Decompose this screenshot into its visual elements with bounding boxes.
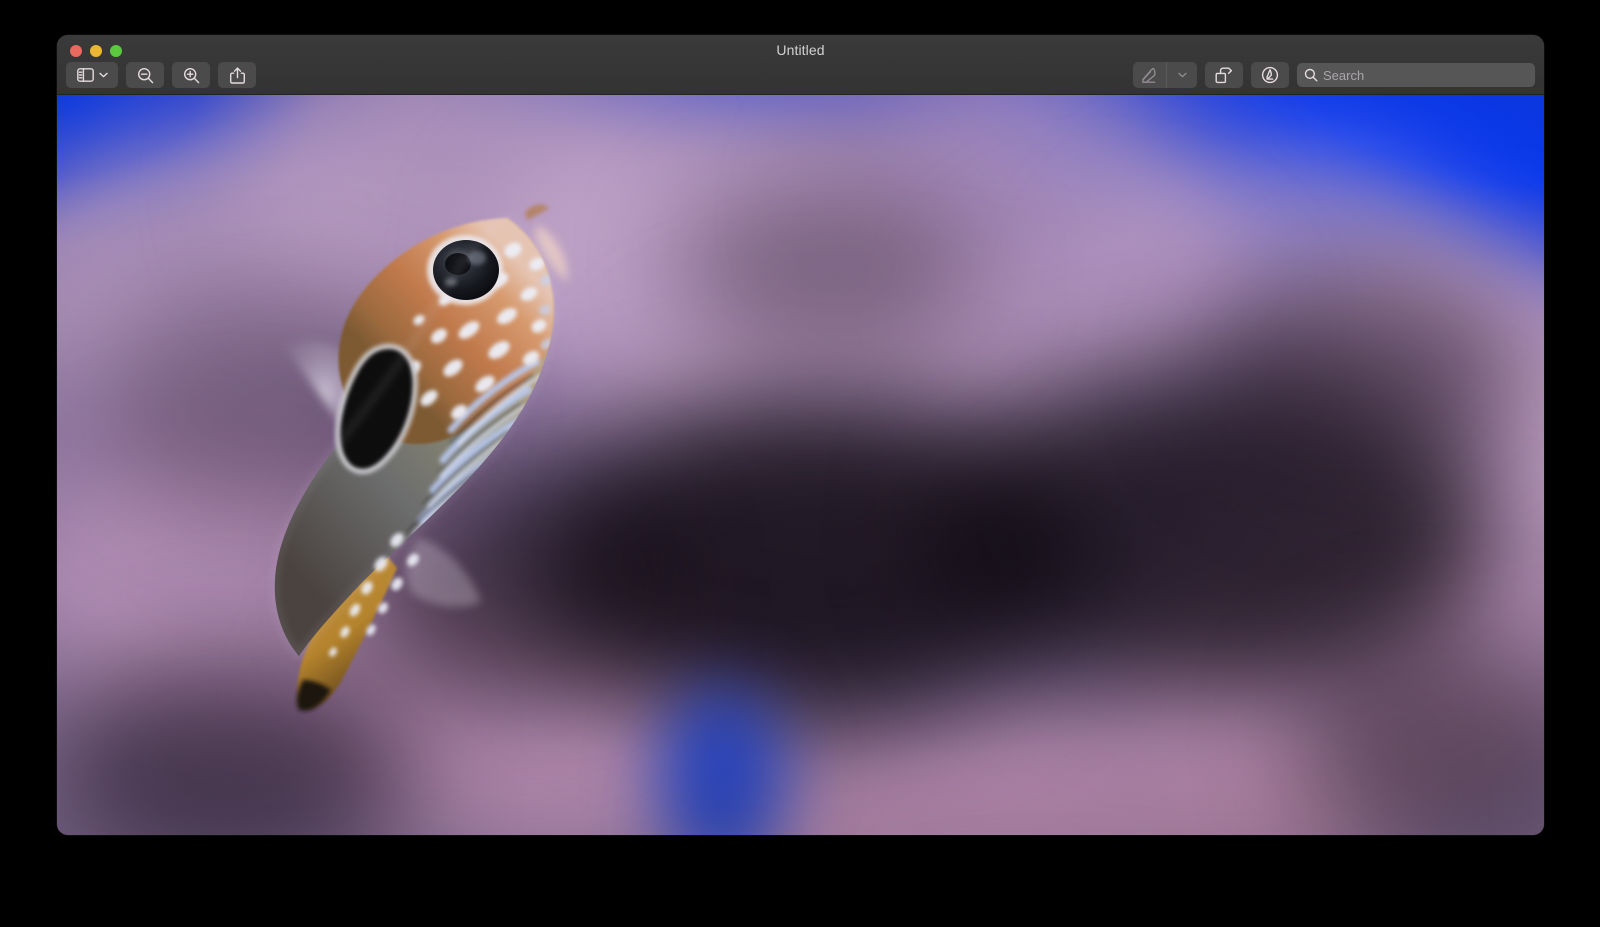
markup-button-group[interactable] bbox=[1133, 62, 1197, 88]
window-titlebar: Untitled bbox=[57, 35, 1544, 95]
close-button[interactable] bbox=[70, 45, 82, 57]
share-icon bbox=[230, 67, 245, 84]
search-icon bbox=[1304, 68, 1318, 82]
zoom-out-button[interactable] bbox=[126, 62, 164, 88]
zoom-in-icon bbox=[183, 67, 200, 84]
preview-window: Untitled bbox=[57, 35, 1544, 835]
desktop-background: Untitled bbox=[0, 0, 1600, 927]
window-title: Untitled bbox=[57, 42, 1544, 58]
zoom-out-icon bbox=[137, 67, 154, 84]
anal-fin bbox=[406, 538, 481, 607]
search-placeholder: Search bbox=[1323, 69, 1364, 82]
rotate-left-icon bbox=[1215, 67, 1233, 84]
maximize-button[interactable] bbox=[110, 45, 122, 57]
minimize-button[interactable] bbox=[90, 45, 102, 57]
pufferfish-subject bbox=[207, 140, 627, 760]
toolbar-left-group bbox=[66, 62, 256, 88]
chevron-down-icon bbox=[1178, 72, 1187, 78]
share-button[interactable] bbox=[218, 62, 256, 88]
markup-pen-icon bbox=[1141, 67, 1158, 84]
sidebar-icon bbox=[77, 68, 94, 82]
search-input[interactable]: Search bbox=[1297, 63, 1535, 87]
annotate-button[interactable] bbox=[1251, 62, 1289, 88]
zoom-in-button[interactable] bbox=[172, 62, 210, 88]
fish-eye bbox=[427, 235, 503, 305]
rotate-left-button[interactable] bbox=[1205, 62, 1243, 88]
annotate-circle-icon bbox=[1261, 66, 1279, 84]
window-controls bbox=[70, 45, 122, 57]
chevron-down-icon bbox=[99, 72, 108, 78]
image-canvas[interactable] bbox=[57, 95, 1544, 835]
sidebar-toggle-button[interactable] bbox=[66, 62, 118, 88]
markup-button[interactable] bbox=[1133, 62, 1167, 88]
markup-dropdown-button[interactable] bbox=[1167, 62, 1197, 88]
toolbar-right-group: Search bbox=[1133, 62, 1535, 88]
